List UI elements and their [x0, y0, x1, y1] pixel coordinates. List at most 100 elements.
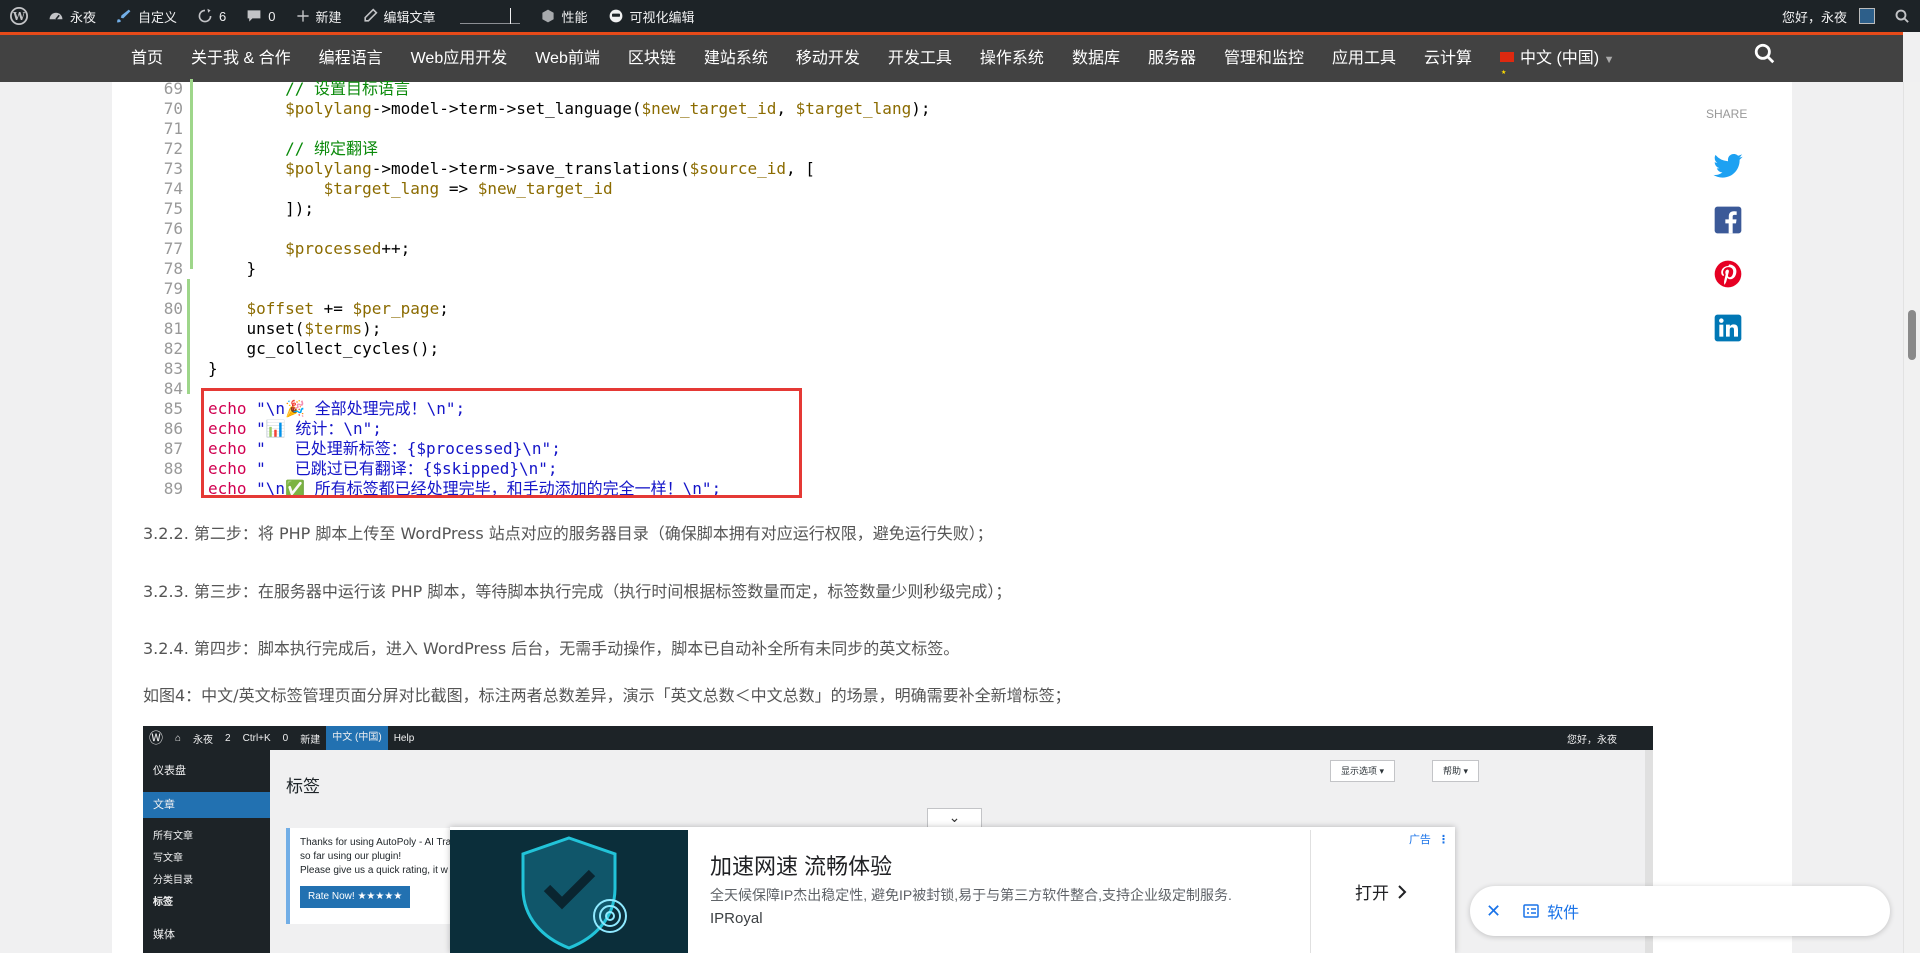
line-number: 78 — [163, 259, 183, 278]
admin-search-button[interactable] — [1885, 0, 1920, 32]
screenshot-rate-button: Rate Now! ★★★★★ — [300, 886, 411, 908]
close-icon[interactable]: ✕ — [1486, 901, 1501, 922]
screenshot-help: Help — [393, 732, 415, 744]
step-paragraph: 3.2.4. 第四步：脚本执行完成后，进入 WordPress 后台，无需手动操… — [143, 639, 960, 658]
update-icon — [198, 8, 212, 23]
chip-label: 软件 — [1547, 905, 1580, 922]
code-line: 83} — [143, 359, 1623, 379]
nav-item[interactable]: Web前端 — [521, 35, 614, 82]
ad-divider — [1310, 830, 1311, 953]
diff-gutter — [187, 279, 190, 394]
code-line: 70 $polylang->model->term->set_language(… — [143, 99, 1623, 119]
ad-open-button[interactable]: 打开 — [1355, 879, 1407, 904]
site-name-menu[interactable]: 永夜 — [38, 0, 106, 32]
wordpress-logo-button[interactable]: W — [0, 0, 38, 32]
chevron-right-icon — [1398, 884, 1407, 899]
site-name: 永夜 — [70, 9, 97, 25]
pinterest-icon — [1714, 260, 1742, 288]
shield-fingerprint-icon — [450, 830, 688, 953]
code-line: 81 unset($terms); — [143, 319, 1623, 339]
svg-text:W: W — [12, 10, 26, 23]
plus-icon — [296, 10, 309, 22]
updates-link[interactable]: 6 — [187, 0, 236, 32]
facebook-share-button[interactable] — [1712, 204, 1744, 236]
pinterest-share-button[interactable] — [1712, 258, 1744, 290]
page-scrollbar-thumb[interactable] — [1908, 310, 1916, 360]
nav-item[interactable]: 服务器 — [1134, 35, 1210, 82]
line-number: 71 — [163, 119, 183, 138]
screenshot-language: 中文 (中国) — [326, 726, 388, 750]
screenshot-new: 新建 — [300, 734, 321, 746]
code-text: $polylang->model->term->save_translation… — [285, 159, 815, 178]
performance-label: 性能 — [561, 9, 588, 25]
my-account-menu[interactable]: 您好，永夜 — [1772, 0, 1885, 32]
code-line: 76 — [143, 219, 1623, 239]
customize-label: 自定义 — [138, 9, 178, 25]
pencil-icon — [363, 8, 378, 22]
avatar — [1859, 8, 1875, 24]
nav-item[interactable]: 操作系统 — [966, 35, 1058, 82]
linkedin-share-button[interactable] — [1712, 312, 1744, 344]
language-switcher[interactable]: 中文 (中国) ▼ — [1486, 35, 1628, 97]
code-line: 79 — [143, 279, 1623, 299]
ad-open-label: 打开 — [1355, 884, 1389, 903]
page-scrollbar-track[interactable] — [1903, 82, 1920, 953]
twitter-share-button[interactable] — [1712, 150, 1744, 182]
stats-sparkline[interactable] — [459, 6, 520, 26]
screenshot-dashboard: 仪表盘 — [153, 765, 186, 777]
code-line: 73 $polylang->model->term->save_translat… — [143, 159, 1623, 179]
facebook-icon — [1714, 206, 1742, 234]
visual-editor-link[interactable]: 可视化编辑 — [598, 0, 705, 32]
nav-item[interactable]: 管理和监控 — [1210, 35, 1318, 82]
line-number: 75 — [163, 199, 183, 218]
step-paragraph: 3.2.3. 第三步：在服务器中运行该 PHP 脚本，等待脚本执行完成（执行时间… — [143, 582, 1012, 601]
nav-item[interactable]: 首页 — [117, 35, 177, 82]
performance-link[interactable]: 性能 — [530, 0, 598, 32]
nav-item[interactable]: 区块链 — [614, 35, 690, 82]
code-line: 71 — [143, 119, 1623, 139]
screenshot-comments: 0 — [282, 732, 289, 744]
screenshot-sidebar: 仪表盘 文章 所有文章 写文章 分类目录 标签 媒体 — [143, 750, 270, 953]
line-number: 73 — [163, 159, 183, 178]
nav-item[interactable]: 应用工具 — [1318, 35, 1410, 82]
edit-post-link[interactable]: 编辑文章 — [352, 0, 446, 32]
visual-editor-label: 可视化编辑 — [629, 9, 695, 25]
floating-search-chip[interactable]: ✕ 软件 — [1470, 886, 1890, 936]
customize-link[interactable]: 自定义 — [106, 0, 187, 32]
china-flag-icon — [1500, 50, 1515, 97]
nav-item[interactable]: 云计算 — [1410, 35, 1486, 82]
line-number: 79 — [163, 279, 183, 298]
more-vertical-icon: ⋮ — [1438, 834, 1449, 846]
nav-item[interactable]: 编程语言 — [305, 35, 397, 82]
diff-gutter — [190, 79, 193, 269]
site-search-button[interactable] — [1754, 43, 1776, 70]
screenshot-title: 标签 — [286, 777, 320, 796]
ad-banner[interactable]: 加速网速 流畅体验 全天候保障IP杰出稳定性, 避免IP被封锁,易于与第三方软件… — [450, 827, 1455, 953]
nav-item[interactable]: 移动开发 — [782, 35, 874, 82]
admin-bar: W 永夜 自定义 6 0 新建 编辑文章 性能 可视化编辑 您好，永夜 — [0, 0, 1920, 32]
line-number: 86 — [163, 419, 183, 438]
screenshot-shortcut: Ctrl+K — [242, 732, 271, 744]
chip-button[interactable]: 软件 — [1523, 899, 1579, 923]
ad-brand: IPRoyal — [710, 910, 763, 927]
nav-item[interactable]: 建站系统 — [690, 35, 782, 82]
highlight-box — [201, 388, 802, 498]
line-number: 69 — [163, 79, 183, 98]
screenshot-posts: 文章 — [143, 792, 270, 818]
nav-item[interactable]: 关于我 & 合作 — [177, 35, 305, 82]
ad-label: 广告 — [1408, 834, 1431, 846]
nav-item[interactable]: Web应用开发 — [397, 35, 522, 82]
ad-image — [450, 830, 688, 953]
code-text: unset($terms); — [208, 319, 382, 338]
nav-item[interactable]: 数据库 — [1058, 35, 1134, 82]
line-number: 82 — [163, 339, 183, 358]
nav-item[interactable]: 开发工具 — [874, 35, 966, 82]
linkedin-icon — [1714, 314, 1742, 342]
ad-title[interactable]: 加速网速 流畅体验 — [710, 849, 892, 881]
share-label: SHARE — [1706, 107, 1748, 121]
line-number: 88 — [163, 459, 183, 478]
comments-link[interactable]: 0 — [236, 0, 285, 32]
figure-caption: 如图4：中文/英文标签管理页面分屏对比截图，标注两者总数差异，演示「英文总数＜中… — [143, 686, 1071, 705]
new-content-menu[interactable]: 新建 — [286, 0, 352, 32]
ad-choices[interactable]: 广告 ⋮ — [1409, 831, 1449, 847]
